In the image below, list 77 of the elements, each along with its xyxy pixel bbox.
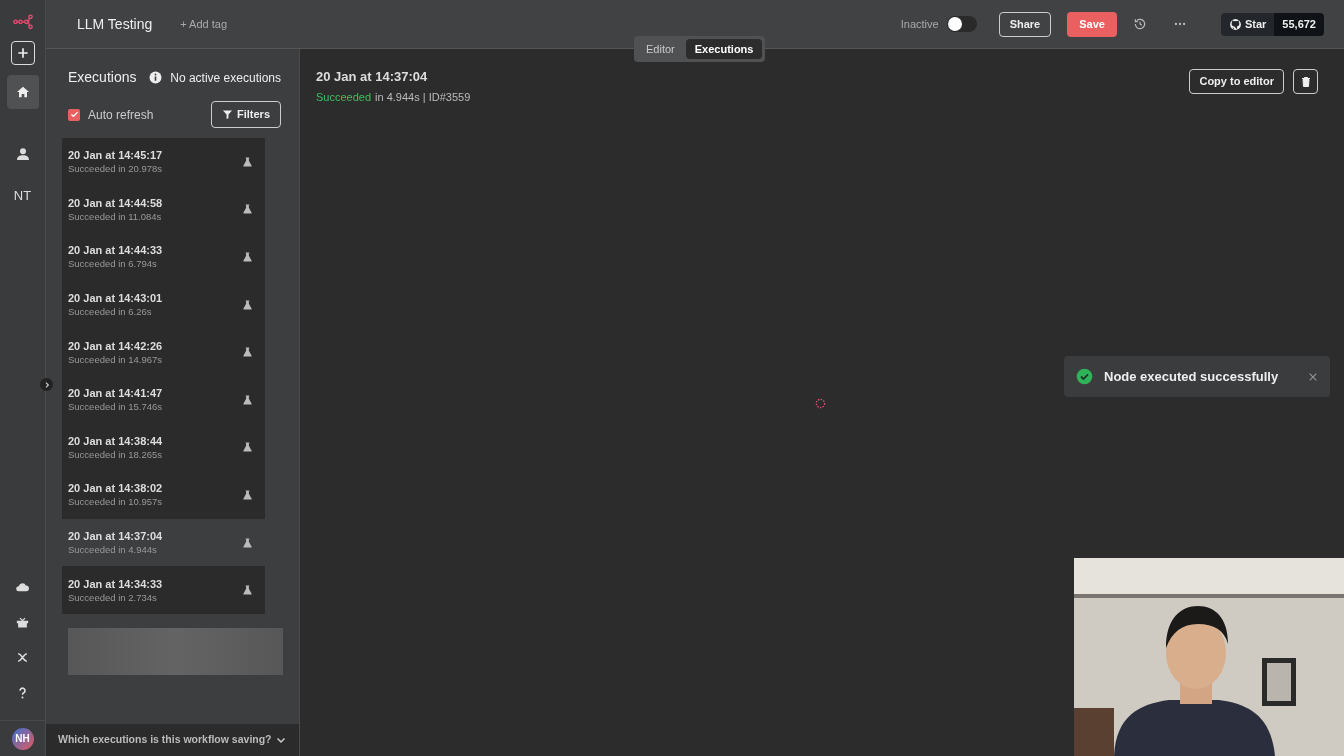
info-icon	[149, 71, 163, 84]
execution-time: 20 Jan at 14:38:44	[68, 433, 164, 448]
flask-icon	[242, 393, 253, 406]
toast-message: Node executed successfully	[1104, 367, 1280, 386]
view-tab[interactable]: Editor	[637, 39, 684, 59]
status-text: No active executions	[170, 69, 281, 87]
execution-item[interactable]: 20 Jan at 14:43:01 Succeeded in 6.26s	[62, 280, 265, 329]
execution-result: Succeeded in 2.734s	[68, 590, 158, 604]
flask-icon	[242, 536, 253, 549]
add-tag-link[interactable]: + Add tag	[180, 15, 228, 33]
execution-time: 20 Jan at 14:37:04	[68, 529, 164, 544]
execution-time: 20 Jan at 14:44:58	[68, 195, 164, 210]
workflow-saving-dropdown[interactable]: Which executions is this workflow saving?	[46, 724, 299, 756]
user-icon	[14, 146, 31, 162]
delete-button[interactable]	[1293, 69, 1318, 94]
history-icon	[1132, 17, 1147, 31]
execution-result: Succeeded in 4.944s	[68, 543, 158, 557]
active-toggle[interactable]	[946, 16, 977, 32]
execution-item[interactable]: 20 Jan at 14:34:33 Succeeded in 2.734s	[62, 566, 265, 614]
filters-button[interactable]: Filters	[211, 101, 281, 128]
execution-result: Succeeded in 15.746s	[68, 400, 164, 414]
execution-time: 20 Jan at 14:43:01	[68, 291, 164, 306]
star-count: 55,672	[1274, 12, 1324, 36]
execution-result: Succeeded in 6.794s	[68, 257, 158, 271]
close-icon	[1308, 371, 1318, 382]
execution-item[interactable]: 20 Jan at 14:44:58 Succeeded in 11.084s	[62, 185, 265, 234]
execution-item[interactable]: 20 Jan at 14:38:02 Succeeded in 10.957s	[62, 471, 265, 519]
flask-icon	[242, 203, 253, 216]
flask-icon	[242, 298, 253, 311]
execution-result: Succeeded in 6.26s	[68, 305, 153, 319]
execution-time: 20 Jan at 14:41:47	[68, 386, 164, 401]
close-button[interactable]	[1308, 371, 1318, 382]
add-button[interactable]	[10, 41, 35, 65]
filter-icon	[222, 109, 233, 120]
execution-result: Succeeded in 14.967s	[68, 352, 164, 366]
check-circle-icon	[1076, 368, 1093, 385]
execution-status: Succeeded	[316, 89, 372, 105]
execution-result: Succeeded in 11.084s	[68, 209, 163, 223]
execution-time: 20 Jan at 14:44:33	[68, 243, 164, 258]
loading-spinner-icon	[815, 398, 826, 409]
github-icon	[1228, 17, 1242, 31]
flask-icon	[242, 155, 253, 168]
execution-item[interactable]: 20 Jan at 14:38:44 Succeeded in 18.265s	[62, 423, 265, 472]
user-avatar[interactable]: NH	[11, 727, 34, 750]
execution-time: 20 Jan at 14:34:33	[68, 576, 164, 591]
execution-item[interactable]: 20 Jan at 14:41:47 Succeeded in 15.746s	[62, 375, 265, 424]
variable-icon	[15, 650, 30, 665]
home-button[interactable]	[6, 75, 39, 109]
box-icon	[15, 615, 30, 630]
flask-icon	[242, 584, 253, 597]
execution-time: 20 Jan at 14:38:02	[68, 481, 164, 496]
execution-item[interactable]: 20 Jan at 14:44:33 Succeeded in 6.794s	[62, 233, 265, 281]
execution-result: Succeeded in 20.978s	[68, 162, 164, 176]
flask-icon	[242, 346, 253, 359]
workflow-title[interactable]: LLM Testing	[77, 13, 153, 35]
execution-time: 20 Jan at 14:42:26	[68, 338, 164, 353]
panel-title: Executions	[68, 68, 137, 87]
execution-item[interactable]: 20 Jan at 14:45:17 Succeeded in 20.978s	[62, 138, 265, 186]
share-button[interactable]: Share	[998, 11, 1052, 37]
trash-icon	[1299, 75, 1312, 88]
execution-title: 20 Jan at 14:37:04	[316, 68, 429, 86]
execution-result: Succeeded in 10.957s	[68, 495, 164, 509]
execution-result: Succeeded in 18.265s	[68, 447, 164, 461]
workspace-button[interactable]: NT	[7, 185, 38, 207]
history-button[interactable]	[1132, 17, 1147, 31]
view-tab[interactable]: Executions	[685, 39, 763, 59]
flask-icon	[242, 441, 253, 454]
execution-time: 20 Jan at 14:45:17	[68, 148, 164, 163]
github-star-button[interactable]: Star	[1220, 12, 1275, 36]
active-label: Inactive	[900, 16, 939, 32]
flask-icon	[242, 488, 253, 501]
execution-item[interactable]: 20 Jan at 14:42:26 Succeeded in 14.967s	[62, 328, 265, 376]
auto-refresh-checkbox[interactable]	[68, 108, 80, 121]
flask-icon	[242, 251, 253, 263]
copy-to-editor-button[interactable]: Copy to editor	[1189, 69, 1284, 94]
auto-refresh-label: Auto refresh	[88, 106, 154, 124]
execution-info: in 4.944s | ID#3559	[375, 89, 471, 105]
